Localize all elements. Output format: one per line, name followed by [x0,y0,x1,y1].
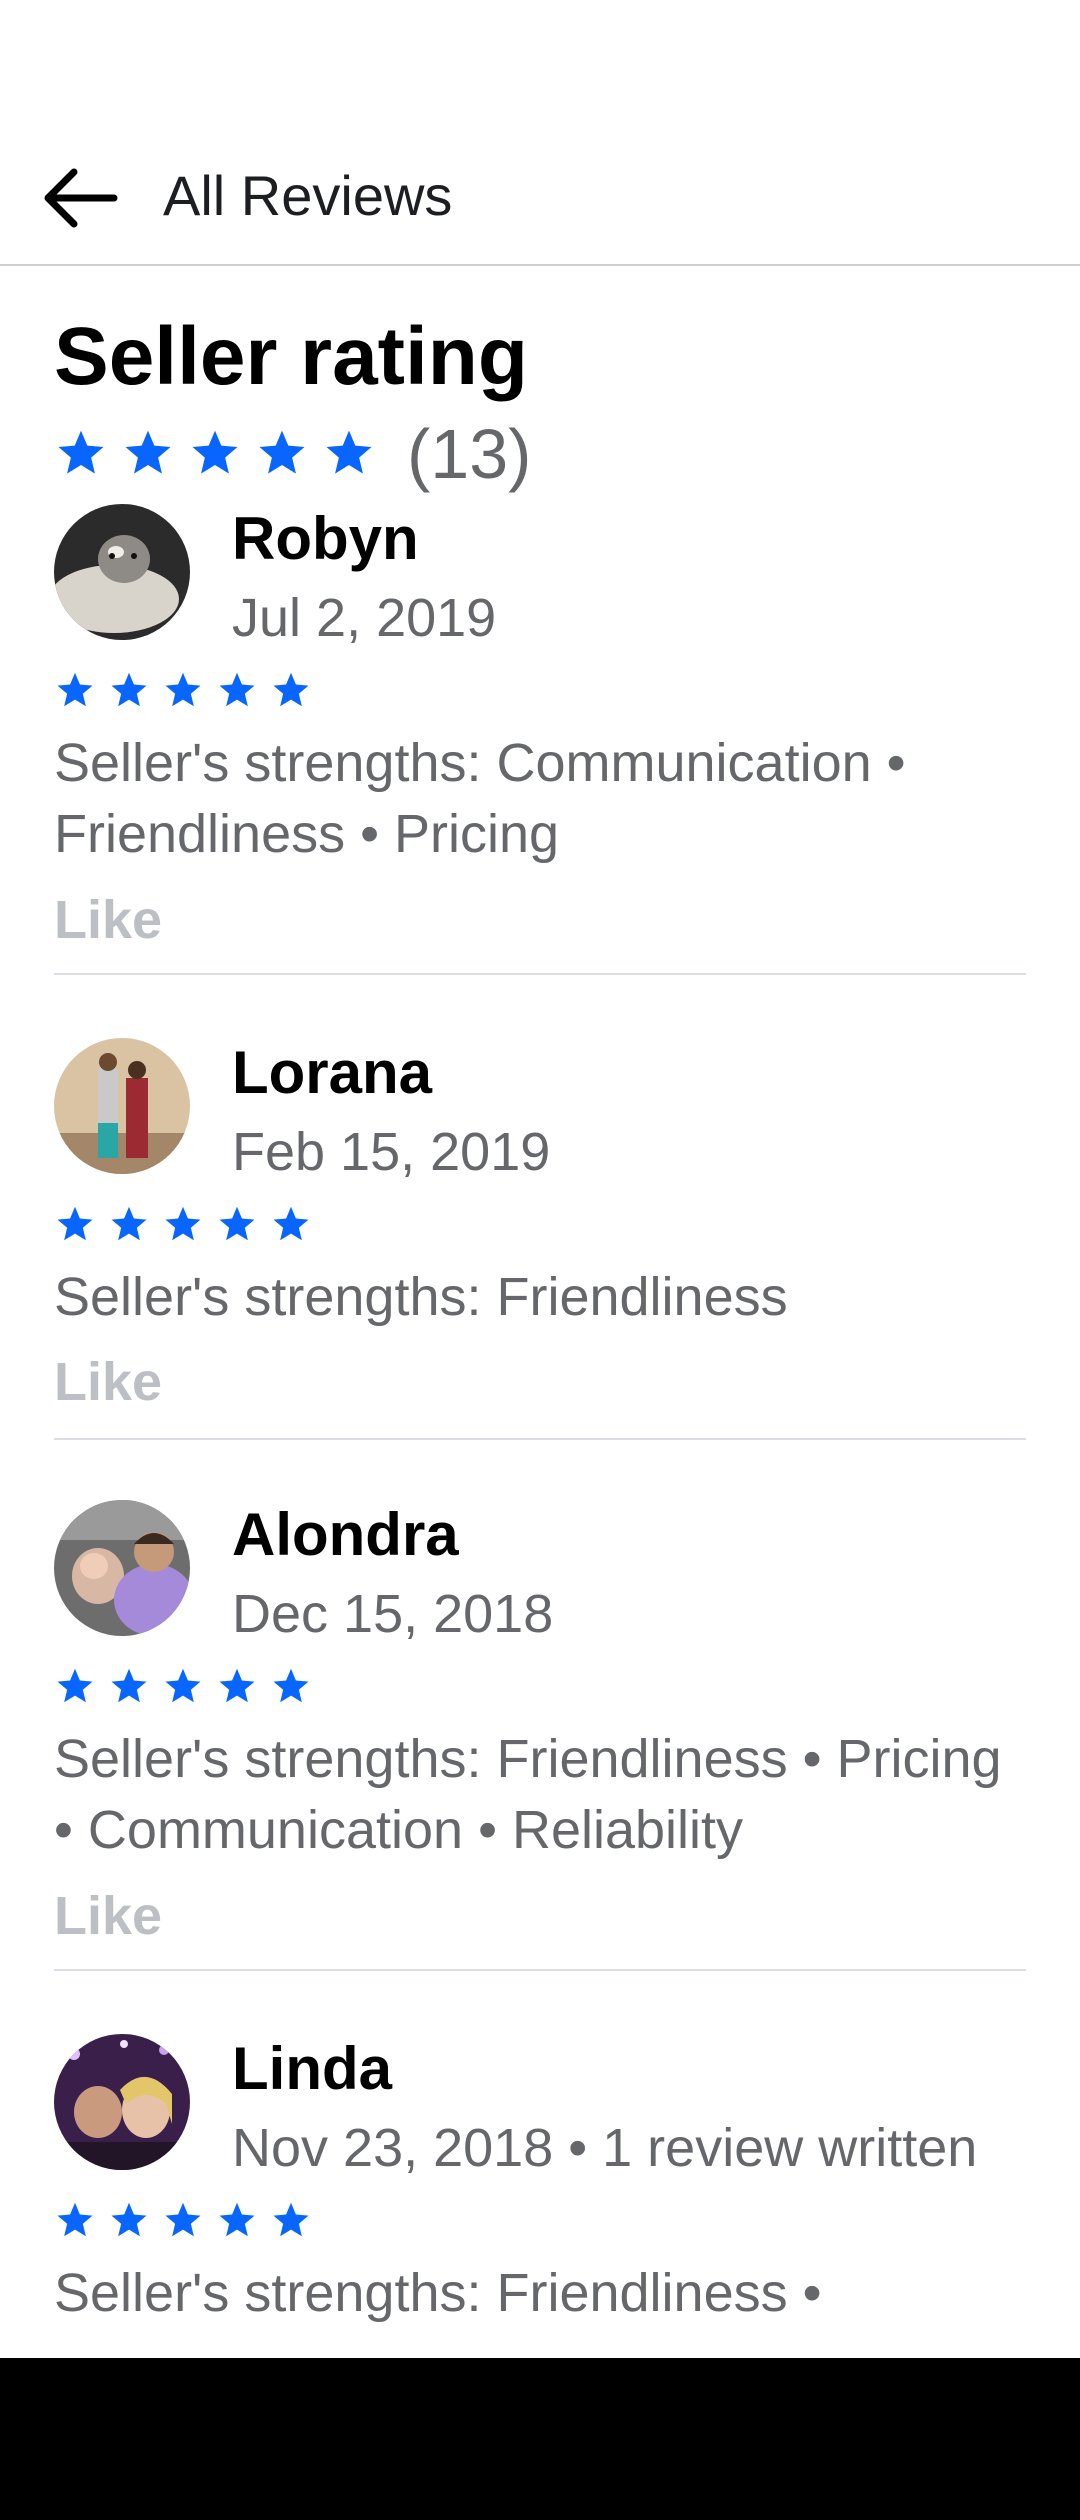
star-icon [270,2200,312,2242]
star-icon [54,1666,96,1708]
app-bar: All Reviews [0,130,1080,266]
star-icon [216,1204,258,1246]
star-icon [322,427,376,481]
star-icon [216,670,258,712]
star-icon [54,2200,96,2242]
star-icon [54,1204,96,1246]
avatar[interactable] [54,1038,190,1174]
review-count: (13) [407,415,532,493]
seller-strengths: Seller's strengths: Friendliness • Prici… [54,1729,1002,1860]
star-icon [255,427,309,481]
seller-strengths: Seller's strengths: Friendliness [54,1267,788,1327]
seller-strengths: Seller's strengths: Communication • Frie… [54,733,906,864]
system-navigation-bar [0,2358,1080,2520]
review-stars [54,1666,324,1708]
star-icon [54,427,108,481]
avatar[interactable] [54,1500,190,1636]
status-bar-area [0,0,1080,130]
star-icon [108,2200,150,2242]
summary-stars [54,427,389,481]
star-icon [270,670,312,712]
star-icon [108,670,150,712]
star-icon [162,1666,204,1708]
star-icon [188,427,242,481]
divider [54,1438,1026,1440]
review-date: Feb 15, 2019 [232,1122,551,1182]
star-icon [121,427,175,481]
star-icon [162,1204,204,1246]
like-button[interactable]: Like [54,1884,162,1948]
review-stars [54,2200,324,2242]
star-icon [162,670,204,712]
star-icon [108,1666,150,1708]
review-stars [54,1204,324,1246]
star-icon [270,1204,312,1246]
page-title: All Reviews [163,164,453,227]
review-date: Jul 2, 2019 [232,588,497,648]
back-button[interactable] [36,166,126,230]
arrow-left-icon [44,168,118,228]
reviewer-name[interactable]: Alondra [232,1500,459,1570]
review-date: Dec 15, 2018 [232,1584,554,1644]
reviewer-name[interactable]: Linda [232,2034,392,2104]
avatar[interactable] [54,2034,190,2170]
review-stars [54,670,324,712]
seller-rating-title: Seller rating [54,311,528,402]
divider [54,973,1026,975]
star-icon [270,1666,312,1708]
star-icon [162,2200,204,2242]
reviewer-name[interactable]: Robyn [232,504,419,574]
star-icon [216,2200,258,2242]
divider [54,1969,1026,1971]
reviews-content[interactable]: Seller rating (13) Robyn Jul 2, 2019 Sel… [0,268,1080,2358]
avatar[interactable] [54,504,190,640]
star-icon [216,1666,258,1708]
reviewer-name[interactable]: Lorana [232,1038,432,1108]
rating-summary: (13) [54,414,531,494]
like-button[interactable]: Like [54,888,162,952]
review-date: Nov 23, 2018 • 1 review written [232,2118,978,2178]
like-button[interactable]: Like [54,1350,162,1414]
seller-strengths: Seller's strengths: Friendliness • [54,2263,822,2323]
star-icon [108,1204,150,1246]
star-icon [54,670,96,712]
